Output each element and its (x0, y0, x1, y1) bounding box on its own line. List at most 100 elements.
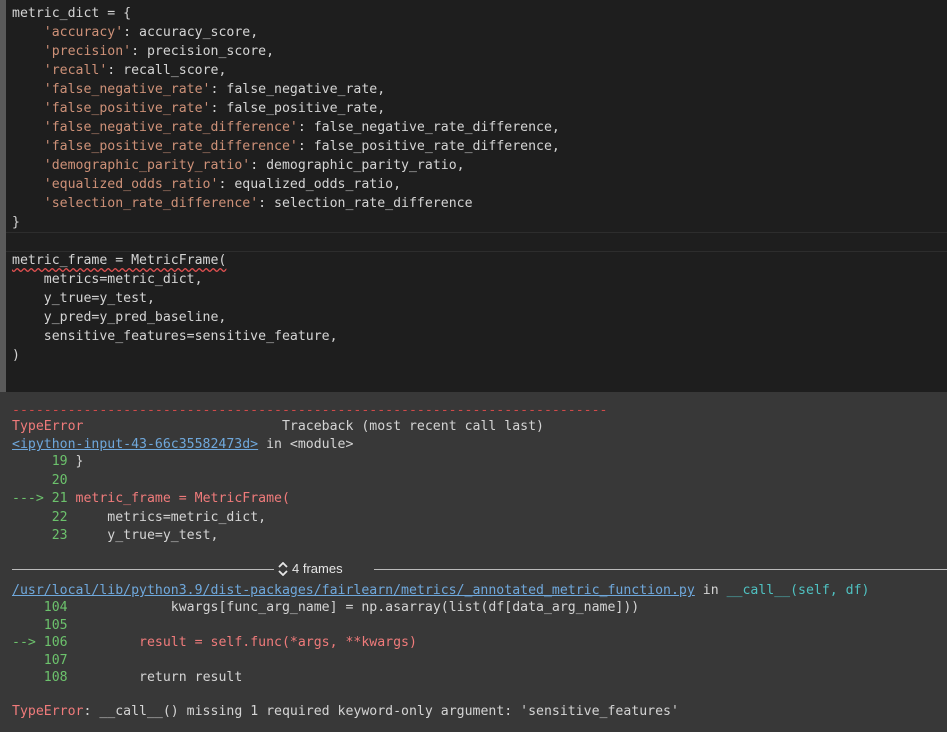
function-signature: __call__(self, df) (726, 583, 870, 598)
divider-line (12, 569, 274, 570)
frames-label: 4 frames (292, 561, 343, 576)
frames-collapse-row: 4 frames (12, 560, 947, 578)
code-token: : selection_rate_difference (258, 196, 473, 211)
traceback-source-line: 104 kwargs[func_arg_name] = np.asarray(l… (12, 599, 639, 617)
traceback-header: TypeError Traceback (most recent call la… (12, 418, 544, 436)
code-token: metric_frame = MetricFrame( (12, 253, 227, 268)
code-token: metric_dict = { (12, 6, 132, 21)
code-token: metrics=metric_dict, (12, 272, 203, 287)
source-code: return result (67, 670, 243, 685)
line-number: 22 (51, 509, 68, 525)
source-code: y_true=y_test, (67, 528, 219, 543)
final-error-line: TypeError: __call__() missing 1 required… (12, 703, 679, 721)
line-number: 21 (51, 491, 68, 506)
ipython-input-link[interactable]: <ipython-input-43-66c35582473d> (12, 437, 258, 452)
source-file-link[interactable]: /usr/local/lib/python3.9/dist-packages/f… (12, 583, 695, 598)
string-literal: 'precision' (43, 44, 132, 59)
traceback-file-location: /usr/local/lib/python3.9/dist-packages/f… (12, 582, 870, 600)
code-line: ) (12, 346, 20, 365)
error-arrow: ---> (12, 491, 52, 506)
divider-line (374, 569, 947, 570)
cell-output: ----------------------------------------… (0, 392, 947, 732)
string-literal: 'false_positive_rate_difference' (43, 139, 298, 154)
string-literal: 'false_negative_rate' (43, 82, 211, 97)
code-token: sensitive_features=sensitive_feature, (12, 329, 338, 344)
code-line: metric_dict = { (12, 4, 131, 23)
code-token: : false_negative_rate_difference, (297, 120, 560, 135)
code-token: ) (12, 348, 20, 363)
line-number: 23 (51, 528, 68, 543)
code-line: y_pred=y_pred_baseline, (12, 308, 227, 327)
code-line: 'precision': precision_score, (12, 42, 274, 61)
unfold-icon (278, 561, 288, 577)
expand-frames-button[interactable]: 4 frames (278, 560, 343, 578)
code-line: 'selection_rate_difference': selection_r… (12, 194, 473, 213)
traceback-source-line: 22 metrics=metric_dict, (12, 509, 266, 527)
string-literal: 'demographic_parity_ratio' (43, 158, 251, 173)
code-token: : demographic_parity_ratio, (250, 158, 465, 173)
code-token: : false_positive_rate_difference, (297, 139, 560, 154)
string-literal: 'false_negative_rate_difference' (43, 120, 298, 135)
traceback-title: Traceback (most recent call last) (83, 419, 544, 434)
traceback-source-line: 108 return result (12, 669, 243, 687)
code-token: y_pred=y_pred_baseline, (12, 310, 227, 325)
code-token: } (12, 215, 20, 230)
string-literal: 'false_positive_rate' (43, 101, 211, 116)
code-token: : false_negative_rate, (210, 82, 386, 97)
code-token: : accuracy_score, (123, 25, 259, 40)
traceback-source-line: 23 y_true=y_test, (12, 527, 219, 545)
error-type: TypeError (12, 419, 84, 434)
code-line: metrics=metric_dict, (12, 270, 203, 289)
code-line: 'demographic_parity_ratio': demographic_… (12, 156, 465, 175)
location-suffix: in <module> (258, 437, 354, 452)
line-number: 105 (43, 617, 68, 633)
line-number: 19 (51, 454, 68, 469)
code-line: 'false_positive_rate': false_positive_ra… (12, 99, 385, 118)
line-number: 20 (51, 472, 68, 488)
line-number: 107 (43, 652, 68, 668)
code-line: } (12, 213, 20, 232)
code-line: 'equalized_odds_ratio': equalized_odds_r… (12, 175, 401, 194)
source-code: kwargs[func_arg_name] = np.asarray(list(… (67, 600, 640, 615)
code-line: 'recall': recall_score, (12, 61, 227, 80)
source-code: } (67, 454, 84, 469)
code-line: sensitive_features=sensitive_feature, (12, 327, 338, 346)
source-code: result = self.func(*args, **kwargs) (67, 635, 417, 650)
traceback-source-line: --> 106 result = self.func(*args, **kwar… (12, 634, 417, 652)
final-error-message: : __call__() missing 1 required keyword-… (83, 704, 679, 719)
active-line-highlight (6, 232, 947, 252)
line-number: 108 (43, 670, 68, 685)
traceback-location: <ipython-input-43-66c35582473d> in <modu… (12, 436, 353, 454)
traceback-source-line: ---> 21 metric_frame = MetricFrame( (12, 490, 290, 508)
code-token: : recall_score, (107, 63, 227, 78)
traceback-source-line: 19 } (12, 453, 84, 471)
code-token: : equalized_odds_ratio, (218, 177, 402, 192)
line-number: 104 (43, 600, 68, 615)
traceback-source-line: 107 (12, 652, 68, 670)
code-line: 'accuracy': accuracy_score, (12, 23, 258, 42)
file-in-text: in (694, 583, 727, 598)
code-line: 'false_negative_rate': false_negative_ra… (12, 80, 385, 99)
code-token: : precision_score, (131, 44, 275, 59)
string-literal: 'accuracy' (43, 25, 124, 40)
string-literal: 'selection_rate_difference' (43, 196, 259, 211)
code-token: y_true=y_test, (12, 291, 155, 306)
string-literal: 'equalized_odds_ratio' (43, 177, 219, 192)
traceback-source-line: 105 (12, 617, 68, 635)
code-cell[interactable]: metric_dict = { 'accuracy': accuracy_sco… (0, 0, 947, 392)
